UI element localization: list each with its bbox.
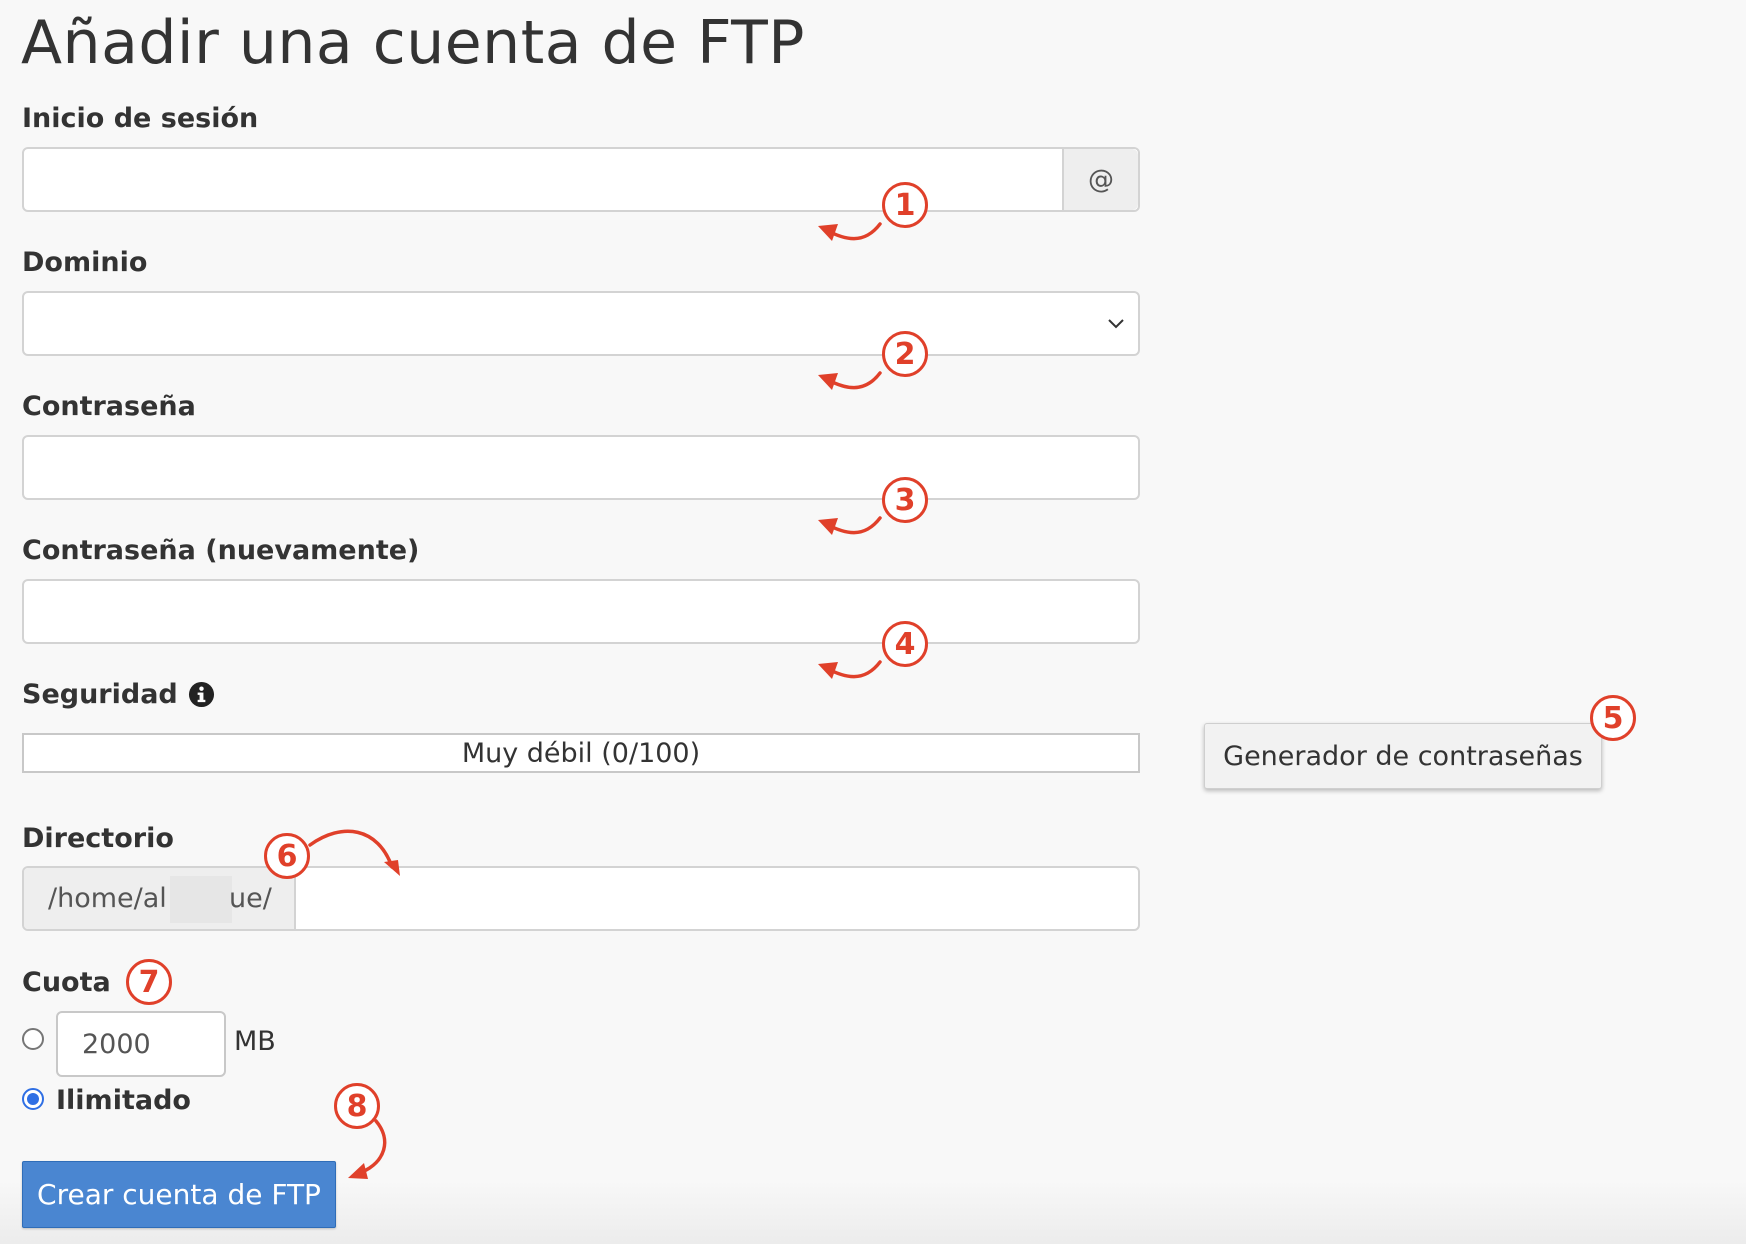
arrowhead-8	[348, 1163, 368, 1179]
annotation-badge-8: 8	[334, 1083, 380, 1129]
arrowhead-4	[818, 662, 838, 679]
annotation-arrow-8	[360, 1119, 387, 1174]
annotation-arrows	[308, 222, 882, 1179]
arrowhead-1	[818, 224, 838, 241]
annotation-arrow-6	[308, 829, 394, 869]
annotation-badge-3: 3	[882, 477, 928, 523]
arrowhead-3	[818, 518, 838, 535]
annotation-badge-4: 4	[882, 621, 928, 667]
arrowhead-2	[818, 373, 838, 390]
annotation-badge-7: 7	[126, 959, 172, 1005]
annotation-badge-1: 1	[882, 182, 928, 228]
annotation-badge-5: 5	[1590, 695, 1636, 741]
annotation-badge-6: 6	[264, 833, 310, 879]
annotation-badge-2: 2	[882, 331, 928, 377]
arrowhead-6	[384, 860, 400, 876]
